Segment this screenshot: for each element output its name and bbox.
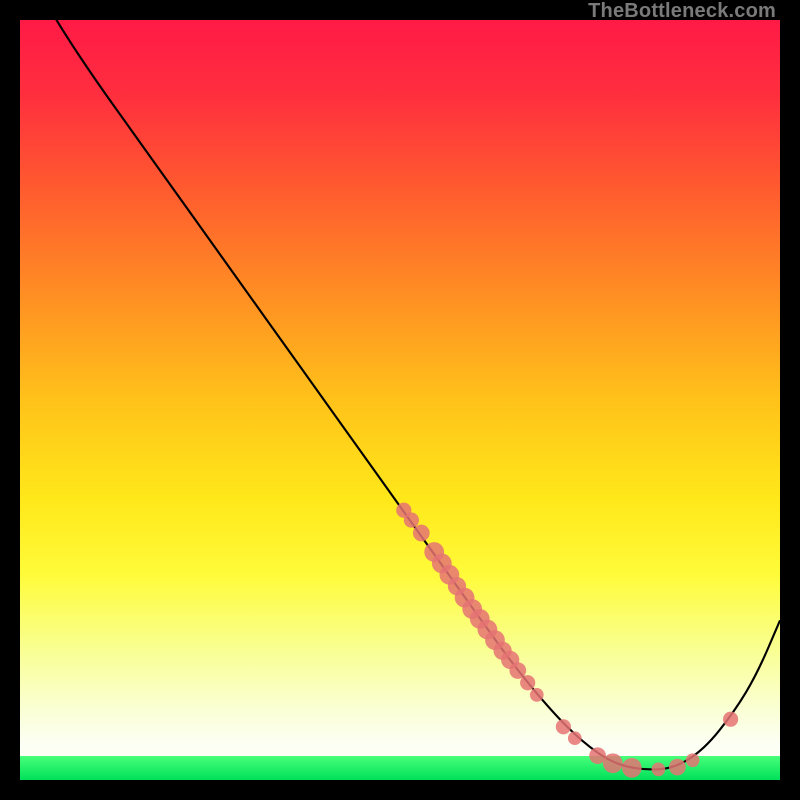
data-point [622, 758, 642, 778]
data-point [404, 512, 419, 527]
chart-svg [20, 20, 780, 780]
data-point [413, 525, 430, 542]
main-curve [20, 20, 780, 769]
data-point [530, 688, 544, 702]
data-point [556, 719, 571, 734]
data-point [520, 675, 535, 690]
stage: TheBottleneck.com [0, 0, 800, 800]
scatter-group [396, 503, 738, 778]
plot-area [20, 20, 780, 780]
data-point [568, 731, 582, 745]
data-point [603, 753, 623, 773]
data-point [669, 759, 686, 776]
data-point [652, 763, 666, 777]
data-point [723, 712, 738, 727]
data-point [686, 753, 700, 767]
